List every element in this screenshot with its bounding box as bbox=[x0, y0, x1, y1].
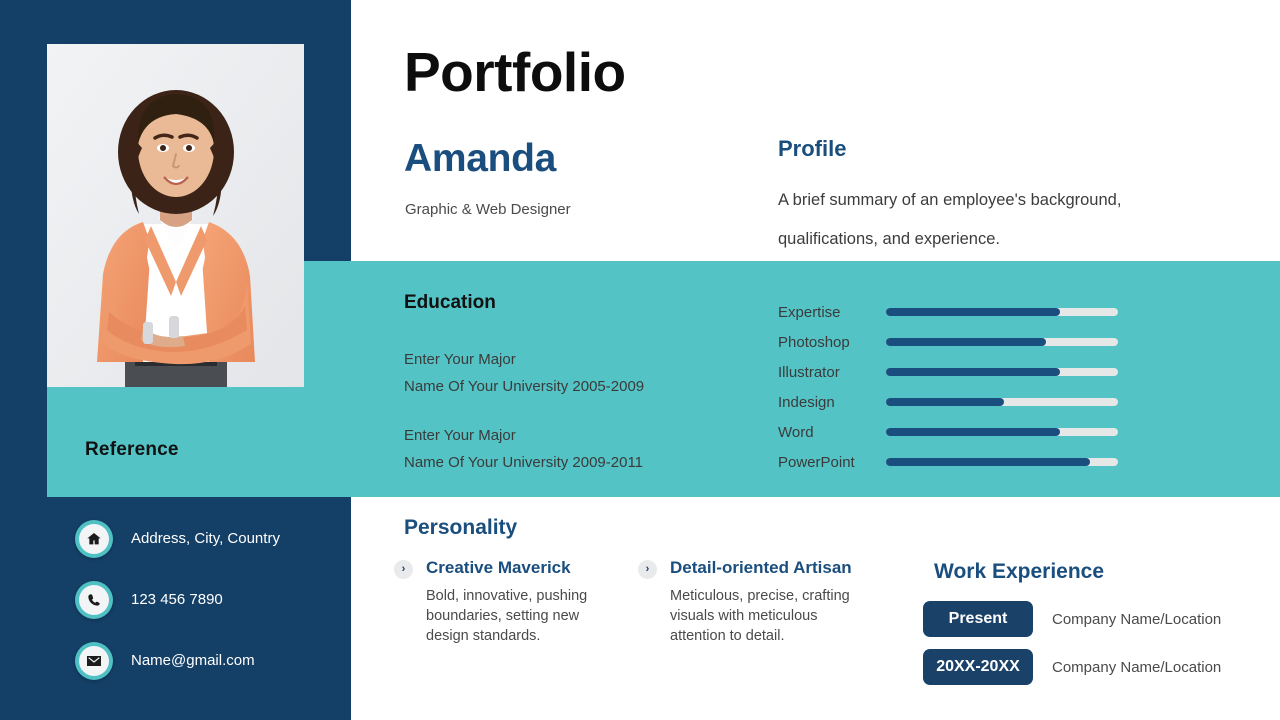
skill-track bbox=[886, 428, 1118, 436]
skill-fill bbox=[886, 428, 1060, 436]
phone-icon bbox=[75, 581, 113, 619]
skill-track bbox=[886, 398, 1118, 406]
work-experience-list: Present Company Name/Location 20XX-20XX … bbox=[923, 601, 1221, 697]
personality-description: Meticulous, precise, crafting visuals wi… bbox=[670, 588, 850, 645]
skill-label: PowerPoint bbox=[778, 453, 855, 471]
profile-text: A brief summary of an employee's backgro… bbox=[778, 191, 1122, 248]
skill-label: Photoshop bbox=[778, 333, 850, 351]
contact-address-text: Address, City, Country bbox=[131, 529, 280, 547]
skill-row: Photoshop bbox=[778, 327, 1118, 357]
education-major: Enter Your Major bbox=[404, 427, 516, 444]
person-name: Amanda bbox=[404, 137, 557, 180]
person-role: Graphic & Web Designer bbox=[405, 201, 571, 218]
chevron-right-icon: › bbox=[394, 560, 413, 579]
skill-label: Illustrator bbox=[778, 363, 840, 381]
skill-fill bbox=[886, 308, 1060, 316]
slide-canvas: Reference Address, City, Country 123 456… bbox=[0, 0, 1280, 720]
skill-row: Expertise bbox=[778, 297, 1118, 327]
skill-label: Indesign bbox=[778, 393, 835, 411]
education-university: Name Of Your University 2005-2009 bbox=[404, 377, 645, 395]
education-heading: Education bbox=[404, 292, 496, 313]
contact-email-text: Name@gmail.com bbox=[131, 651, 255, 669]
education-university: Name Of Your University 2009-2011 bbox=[404, 453, 644, 471]
work-experience-heading: Work Experience bbox=[934, 560, 1105, 583]
work-company-label: Company Name/Location bbox=[1052, 658, 1222, 676]
contact-list: Address, City, Country 123 456 7890 Name… bbox=[75, 520, 350, 703]
skills-list: Expertise Photoshop Illustrator Indesign… bbox=[778, 297, 1118, 477]
personality-title: Creative Maverick bbox=[426, 558, 571, 577]
work-experience-row: Present Company Name/Location bbox=[923, 601, 1221, 637]
contact-item-address[interactable]: Address, City, Country bbox=[75, 520, 350, 558]
work-period-badge: 20XX-20XX bbox=[923, 649, 1033, 685]
home-icon bbox=[75, 520, 113, 558]
contact-item-phone[interactable]: 123 456 7890 bbox=[75, 581, 350, 619]
work-company-label: Company Name/Location bbox=[1052, 610, 1222, 628]
skill-track bbox=[886, 368, 1118, 376]
skill-fill bbox=[886, 458, 1091, 466]
skill-track bbox=[886, 308, 1118, 316]
skill-row: PowerPoint bbox=[778, 447, 1118, 477]
skill-fill bbox=[886, 338, 1047, 346]
mail-icon bbox=[75, 642, 113, 680]
personality-item: › Creative Maverick Bold, innovative, pu… bbox=[394, 558, 609, 646]
skill-label: Word bbox=[778, 423, 814, 441]
skill-row: Indesign bbox=[778, 387, 1118, 417]
skill-track bbox=[886, 458, 1118, 466]
reference-title: Reference bbox=[85, 439, 179, 460]
education-major: Enter Your Major bbox=[404, 351, 516, 368]
skill-fill bbox=[886, 398, 1005, 406]
contact-phone-text: 123 456 7890 bbox=[131, 590, 223, 608]
contact-item-email[interactable]: Name@gmail.com bbox=[75, 642, 350, 680]
profile-photo bbox=[47, 44, 304, 387]
personality-item: › Detail-oriented Artisan Meticulous, pr… bbox=[638, 558, 853, 646]
education-entry: Enter Your Major Name Of Your University… bbox=[404, 423, 734, 476]
chevron-right-icon: › bbox=[638, 560, 657, 579]
skill-fill bbox=[886, 368, 1060, 376]
personality-description: Bold, innovative, pushing boundaries, se… bbox=[426, 588, 588, 645]
page-title: Portfolio bbox=[404, 41, 626, 103]
skill-row: Illustrator bbox=[778, 357, 1118, 387]
work-experience-row: 20XX-20XX Company Name/Location bbox=[923, 649, 1221, 685]
skill-label: Expertise bbox=[778, 303, 841, 321]
skill-row: Word bbox=[778, 417, 1118, 447]
personality-heading: Personality bbox=[404, 516, 518, 539]
personality-title: Detail-oriented Artisan bbox=[670, 558, 852, 577]
work-period-badge: Present bbox=[923, 601, 1033, 637]
profile-heading: Profile bbox=[778, 136, 847, 161]
education-entry: Enter Your Major Name Of Your University… bbox=[404, 347, 734, 400]
skill-track bbox=[886, 338, 1118, 346]
